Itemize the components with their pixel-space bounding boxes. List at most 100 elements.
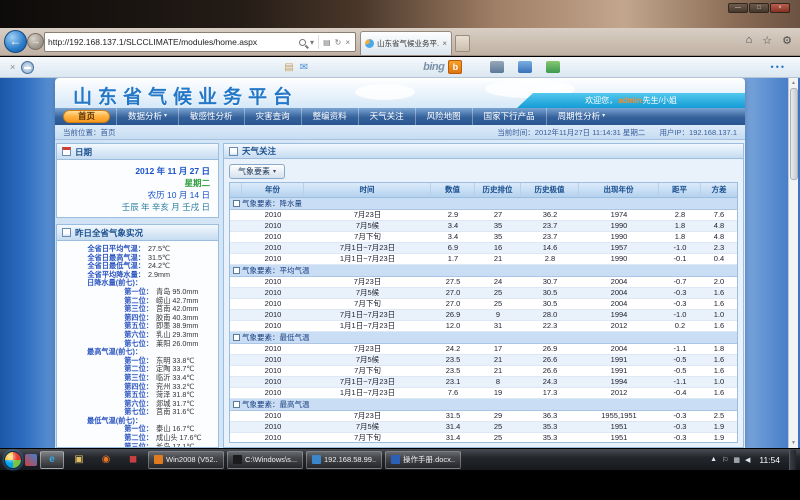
- menu-item-灾害查询[interactable]: 灾害查询: [244, 108, 301, 125]
- start-button[interactable]: [4, 451, 22, 469]
- task-button[interactable]: 操作手册.docx...: [385, 451, 461, 469]
- table-row[interactable]: 20107月下旬3.43523.719901.84.8: [230, 232, 737, 243]
- home-icon[interactable]: ⌂: [746, 34, 753, 47]
- card-icon[interactable]: ▤: [284, 62, 293, 73]
- favorites-star-icon[interactable]: ☆: [762, 34, 772, 47]
- table-row[interactable]: 20107月下旬31.42535.31951-0.31.9: [230, 433, 737, 443]
- table-group-row[interactable]: 气象要素：平均气温: [230, 265, 737, 277]
- people-icon[interactable]: [546, 61, 560, 73]
- column-header[interactable]: 时间: [304, 183, 431, 197]
- task-button[interactable]: C:\Windows\s...: [227, 451, 303, 469]
- table-group-row[interactable]: 气象要素：最高气温: [230, 399, 737, 411]
- close-button[interactable]: ×: [770, 3, 790, 13]
- collapse-checkbox[interactable]: [233, 200, 240, 207]
- table-row[interactable]: 20107月23日27.52430.72004-0.72.0: [230, 277, 737, 288]
- browser-tab[interactable]: 山东省气候业务平... ×: [360, 31, 452, 55]
- stop-icon[interactable]: ×: [343, 38, 352, 47]
- column-header[interactable]: 距平: [659, 183, 701, 197]
- volume-icon[interactable]: ◀: [745, 456, 750, 464]
- blocked-circle-icon[interactable]: [21, 61, 34, 74]
- show-desktop-button[interactable]: [789, 450, 796, 470]
- refresh-icon[interactable]: ↻: [333, 38, 344, 47]
- row-spacer: [230, 344, 242, 354]
- forward-button[interactable]: →: [27, 33, 44, 50]
- new-tab-button[interactable]: [455, 35, 470, 52]
- network-icon[interactable]: ▦: [733, 456, 740, 464]
- chevron-down-icon[interactable]: ▾: [308, 38, 316, 47]
- camera-icon[interactable]: [490, 61, 504, 73]
- column-header[interactable]: 历史极值: [521, 183, 579, 197]
- compatibility-icon[interactable]: ▤: [321, 38, 333, 47]
- maximize-button[interactable]: □: [749, 3, 769, 13]
- scroll-down-icon[interactable]: ▼: [791, 438, 796, 448]
- ie-icon[interactable]: e: [40, 451, 64, 469]
- hidden-icons-icon[interactable]: ▲: [710, 456, 717, 464]
- table-row[interactable]: 20107月下旬27.02530.52004-0.31.6: [230, 299, 737, 310]
- task-button[interactable]: 192.168.58.99...: [306, 451, 382, 469]
- table-row[interactable]: 20107月5候3.43523.719901.84.8: [230, 221, 737, 232]
- table-row[interactable]: 20101月1日~7月23日7.61917.32012-0.41.6: [230, 388, 737, 399]
- menu-item-整编资料[interactable]: 整编资料: [301, 108, 358, 125]
- column-header[interactable]: 年份: [242, 183, 304, 197]
- column-header[interactable]: 历史排位: [475, 183, 521, 197]
- tools-icon[interactable]: [518, 61, 532, 73]
- table-row[interactable]: 20107月23日2.92736.219742.87.6: [230, 210, 737, 221]
- vertical-scrollbar[interactable]: ▲ ▼: [788, 78, 798, 448]
- table-row[interactable]: 20107月1日~7月23日26.9928.01994-1.01.0: [230, 310, 737, 321]
- page-body: 日期 2012 年 11 月 27 日 星期二 农历 10 月 14 日 壬辰 …: [55, 140, 745, 448]
- collapse-checkbox[interactable]: [233, 334, 240, 341]
- column-header[interactable]: 出现年份: [579, 183, 659, 197]
- url-text[interactable]: http://192.168.137.1/SLCCLIMATE/modules/…: [48, 37, 297, 47]
- app-icon[interactable]: ◼: [121, 451, 145, 469]
- scroll-up-icon[interactable]: ▲: [791, 78, 796, 88]
- table-row[interactable]: 20107月1日~7月23日23.1824.31994-1.11.0: [230, 377, 737, 388]
- element-filter-button[interactable]: 气象要素 ▾: [229, 164, 285, 179]
- address-bar[interactable]: http://192.168.137.1/SLCCLIMATE/modules/…: [44, 32, 356, 52]
- collapse-checkbox[interactable]: [233, 401, 240, 408]
- back-button[interactable]: ←: [4, 30, 27, 53]
- table-row[interactable]: 20107月5候23.52126.61991-0.51.6: [230, 355, 737, 366]
- search-go-button[interactable]: b: [448, 60, 462, 74]
- column-header[interactable]: 数值: [431, 183, 475, 197]
- chevron-down-icon: ▾: [273, 168, 276, 175]
- menu-item-label: 敏感性分析: [190, 108, 233, 125]
- scrollbar-thumb[interactable]: [790, 88, 798, 180]
- table-group-row[interactable]: 气象要素：最低气温: [230, 332, 737, 344]
- mail-icon[interactable]: ✉: [300, 62, 308, 73]
- column-header[interactable]: 方差: [701, 183, 737, 197]
- tab-title[interactable]: 山东省气候业务平...: [377, 38, 439, 49]
- table-group-row[interactable]: 气象要素：降水量: [230, 198, 737, 210]
- table-row[interactable]: 20107月23日31.52936.31955,1951-0.32.5: [230, 411, 737, 422]
- menu-item-周期性分析[interactable]: 周期性分析▾: [546, 108, 617, 125]
- table-row[interactable]: 20107月下旬23.52126.61991-0.51.6: [230, 366, 737, 377]
- minimize-button[interactable]: —: [728, 3, 748, 13]
- more-options-dots[interactable]: •••: [771, 62, 786, 72]
- close-pane-icon[interactable]: ×: [10, 62, 15, 72]
- flag-icon[interactable]: ⚐: [722, 456, 728, 464]
- collapse-checkbox[interactable]: [233, 267, 240, 274]
- table-row[interactable]: 20107月23日24.21726.92004-1.11.8: [230, 344, 737, 355]
- table-row[interactable]: 20107月5候31.42535.31951-0.31.9: [230, 422, 737, 433]
- menu-item-风险地图[interactable]: 风险地图: [415, 108, 472, 125]
- taskbar-clock[interactable]: 11:54: [755, 455, 784, 465]
- menu-item-天气关注[interactable]: 天气关注: [358, 108, 415, 125]
- table-row[interactable]: 20101月1日~7月23日1.7212.81990-0.10.4: [230, 254, 737, 265]
- table-cell: 7月下旬: [304, 433, 431, 443]
- task-button[interactable]: Win2008 (V52...: [148, 451, 224, 469]
- table-row[interactable]: 20107月5候27.02530.52004-0.31.6: [230, 288, 737, 299]
- table-row[interactable]: 20107月1日~7月23日6.91614.61957-1.02.3: [230, 243, 737, 254]
- table-row[interactable]: 20101月1日~7月23日12.03122.320120.21.6: [230, 321, 737, 332]
- tab-close-icon[interactable]: ×: [442, 39, 447, 48]
- quick-launch-icon[interactable]: [25, 454, 37, 466]
- menu-item-国家下行产品[interactable]: 国家下行产品: [472, 108, 546, 125]
- search-icon[interactable]: [299, 39, 306, 46]
- table-cell: 24.3: [521, 377, 579, 387]
- menu-item-首页[interactable]: 首页: [63, 110, 110, 123]
- menu-item-数据分析[interactable]: 数据分析▾: [116, 108, 178, 125]
- table-cell: 7月下旬: [304, 232, 431, 242]
- search-widget[interactable]: bing b: [423, 60, 462, 74]
- media-player-icon[interactable]: ◉: [94, 451, 118, 469]
- menu-item-敏感性分析[interactable]: 敏感性分析: [178, 108, 244, 125]
- settings-gear-icon[interactable]: ⚙: [782, 34, 792, 47]
- folder-icon[interactable]: ▣: [67, 451, 91, 469]
